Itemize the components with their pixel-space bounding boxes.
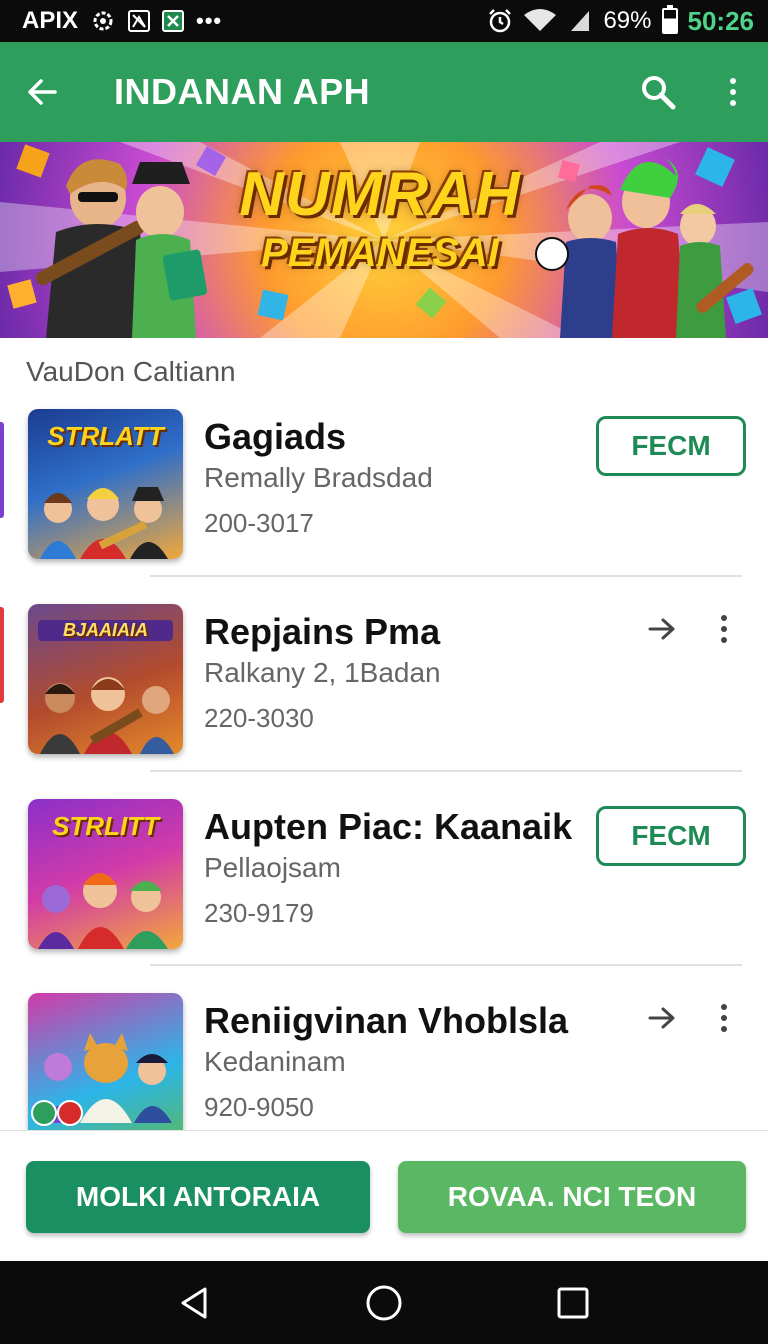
divider [150,575,742,577]
app-meta: 230-9179 [204,898,314,928]
app-meta: 200-3017 [204,508,314,538]
nav-home-button[interactable] [354,1273,414,1333]
app-meta: 920-9050 [204,1092,314,1122]
more-vert-icon [721,1004,727,1032]
nav-recents-button[interactable] [543,1273,603,1333]
primary-action-button[interactable]: MOLKI ANTORAIA [26,1161,370,1233]
settings-gear-icon [90,8,116,34]
carrier-label: APIX [22,7,79,34]
banner-title-line1: NUMRAH [239,160,521,229]
thumbnail-label: STRLATT [47,421,164,451]
status-right: 69% 50:26 [487,5,755,37]
fecm-button[interactable]: FECM [596,416,746,476]
app-thumbnail[interactable]: STRLATT [28,409,183,559]
wifi-icon [523,8,557,34]
section-title: VauDon Caltiann [26,356,236,387]
promo-banner[interactable]: NUMRAH PEMANESAI [0,142,768,338]
app-bar: INDANAN APH [0,42,768,142]
excel-icon [162,10,185,32]
secondary-action-button[interactable]: ROVAA. NCI TEON [398,1161,746,1233]
search-button[interactable] [618,42,698,142]
open-arrow-button[interactable] [638,994,686,1042]
nav-recents-icon [557,1287,589,1318]
banner-title: NUMRAH PEMANESAI [210,160,550,276]
more-vert-icon [721,615,727,643]
side-indicator [0,607,4,703]
thumbnail-art [38,873,168,949]
thumbnail-label: STRLITT [52,811,159,841]
status-left: APIX ••• [22,7,222,35]
item-more-button[interactable] [706,605,742,653]
thumbnail-art [31,1033,172,1126]
thumbnail-label: BJAAIAIA [38,620,173,641]
page-title: INDANAN APH [114,71,371,112]
open-arrow-button[interactable] [638,605,686,653]
nav-home-icon [366,1285,402,1320]
app-meta: 220-3030 [204,703,314,733]
app-name[interactable]: Aupten Piac: Kaanaik [204,806,572,848]
list-item[interactable]: STRLATT Gagiads Remally Bradsdad 200-301… [0,400,768,595]
list-item[interactable]: STRLITT Aupten Piac: Kaanaik Pellaojsam … [0,790,768,985]
app-thumbnail[interactable] [28,993,183,1130]
nav-back-button[interactable] [165,1273,225,1333]
signal-icon [567,8,593,34]
battery-icon [661,5,678,34]
search-icon [642,76,676,110]
item-more-button[interactable] [706,994,742,1042]
arrow-right-icon [648,1007,675,1029]
image-icon [128,10,151,32]
more-dots-icon: ••• [196,8,223,33]
battery-percent: 69% [603,7,652,34]
app-thumbnail[interactable]: BJAAIAIA [28,604,183,754]
list-item[interactable]: Reniigvinan Vhoblsla Kedaninam 920-9050 [0,984,768,1130]
system-nav-bar [0,1261,768,1344]
app-bar-actions [618,42,768,142]
app-list: STRLATT Gagiads Remally Bradsdad 200-301… [0,400,768,1130]
overflow-menu-button[interactable] [698,42,768,142]
divider [150,770,742,772]
fecm-button[interactable]: FECM [596,806,746,866]
arrow-left-icon [28,79,57,105]
app-subtitle: Remally Bradsdad [204,462,433,493]
app-name[interactable]: Repjains Pma [204,611,440,653]
list-item[interactable]: BJAAIAIA Repjains Pma Ralkany 2, 1Badan … [0,595,768,790]
banner-title-line2: PEMANESAI [261,231,499,275]
more-vert-icon [730,78,736,106]
thumbnail-art [40,677,174,754]
status-bar: APIX ••• 69% 50:26 [0,0,768,42]
app-subtitle: Ralkany 2, 1Badan [204,657,441,688]
app-subtitle: Pellaojsam [204,852,341,883]
alarm-icon [487,8,513,34]
app-name[interactable]: Gagiads [204,416,346,458]
clock: 50:26 [687,5,755,36]
app-name[interactable]: Reniigvinan Vhoblsla [204,1000,568,1042]
nav-back-icon [181,1287,207,1318]
arrow-right-icon [648,618,675,640]
side-indicator [0,422,4,518]
app-subtitle: Kedaninam [204,1046,346,1077]
app-thumbnail[interactable]: STRLITT [28,799,183,949]
divider [150,964,742,966]
thumbnail-art [40,487,168,559]
bottom-action-bar: MOLKI ANTORAIA ROVAA. NCI TEON [0,1130,768,1261]
back-button[interactable] [0,42,84,142]
